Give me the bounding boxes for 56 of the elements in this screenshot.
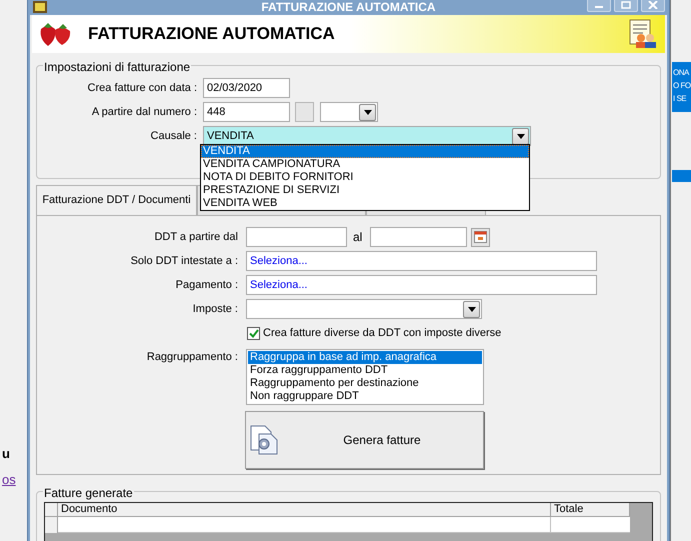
dropdown-button[interactable] [512, 128, 529, 144]
minimize-button[interactable] [587, 0, 611, 12]
payment-field[interactable]: Seleziona... [246, 275, 597, 295]
invoice-people-icon [629, 19, 657, 49]
dropdown-option[interactable]: NOTA DI DEBITO FORNITORI [201, 171, 529, 184]
background-link[interactable]: os [2, 470, 16, 489]
field-label: Causale : [150, 128, 197, 144]
background-text: I SE [673, 93, 688, 105]
grouping-list[interactable]: Raggruppa in base ad imp. anagrafica Forza raggruppamento DDT Raggruppamento per destinazione Non raggruppare DDT [246, 348, 484, 404]
app-icon [33, 1, 47, 13]
list-item[interactable]: Forza raggruppamento DDT [248, 364, 482, 376]
background-selection-bar [672, 170, 691, 182]
background-text: O FO [673, 80, 691, 92]
list-item[interactable]: Raggruppamento per destinazione [248, 376, 482, 390]
date-field[interactable]: 02/03/2020 [203, 78, 290, 98]
dropdown-button[interactable] [359, 104, 376, 120]
number-field[interactable]: 448 [203, 102, 290, 122]
field-label: Crea fatture con data : [86, 80, 197, 96]
maximize-icon [621, 0, 631, 8]
calendar-button[interactable] [471, 228, 490, 246]
dropdown-option[interactable]: VENDITA [201, 145, 529, 158]
dropdown-option[interactable]: VENDITA CAMPIONATURA [201, 158, 529, 171]
column-header[interactable]: Totale [551, 503, 630, 517]
dropdown-option[interactable]: PRESTAZIONE DI SERVIZI [201, 184, 529, 197]
checkbox-label: Crea fatture diverse da DDT con imposte diverse [263, 326, 502, 341]
field-label: Imposte : [192, 302, 238, 317]
maximize-button[interactable] [614, 0, 638, 12]
field-label: al [353, 229, 364, 246]
tab[interactable]: Fatturazione DDT / Documenti [36, 185, 197, 215]
client-field[interactable]: Seleziona... [246, 251, 597, 271]
list-item[interactable]: Non raggruppare DDT [248, 390, 482, 402]
generate-button[interactable]: Genera fatture [245, 410, 484, 468]
caret-icon [468, 306, 476, 312]
small-button[interactable] [295, 102, 314, 122]
field-label: DDT a partire dal [153, 230, 238, 245]
field-label: Solo DDT intestate a : [130, 254, 238, 269]
causale-combo[interactable]: VENDITA [203, 126, 531, 146]
field-label: A partire dal numero : [90, 104, 197, 120]
caret-icon [516, 134, 524, 138]
caret-icon [364, 110, 372, 114]
date-from-field[interactable] [246, 227, 347, 247]
calendar-icon [474, 231, 487, 243]
column-header[interactable]: Documento [58, 503, 551, 517]
window-title: FATTURAZIONE AUTOMATICA [261, 0, 436, 14]
date-to-field[interactable] [370, 227, 467, 247]
dropdown-option[interactable]: VENDITA WEB [201, 197, 529, 210]
close-button[interactable] [641, 0, 665, 12]
checkbox[interactable] [247, 326, 260, 340]
background-text: ONA [673, 67, 690, 79]
list-item[interactable]: Raggruppa in base ad imp. anagrafica [248, 350, 482, 364]
header-title: FATTURAZIONE AUTOMATICA [88, 23, 336, 46]
field-label: Raggruppamento : [146, 350, 238, 364]
background-text: u [2, 445, 11, 463]
dropdown-button[interactable] [463, 300, 480, 318]
close-icon [648, 0, 658, 8]
field-label: Pagamento : [174, 278, 238, 293]
